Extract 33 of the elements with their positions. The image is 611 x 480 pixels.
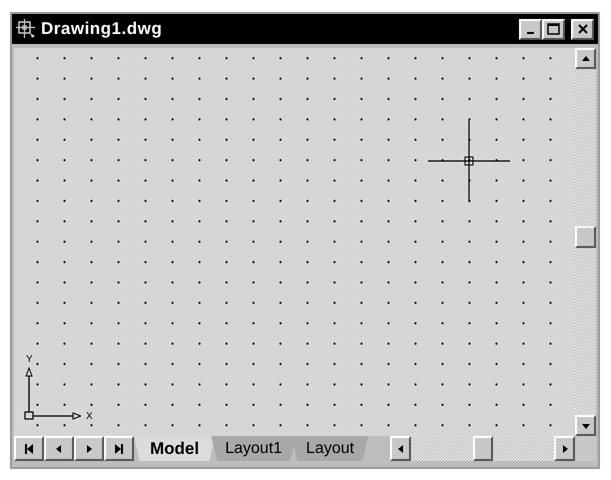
minimize-icon: [527, 32, 534, 34]
scroll-down-button[interactable]: [575, 415, 596, 436]
right-arrow-icon: [84, 444, 94, 454]
window-title: Drawing1.dwg: [41, 18, 162, 40]
previous-tab-button[interactable]: [44, 436, 74, 461]
ucs-x-label: X: [86, 412, 93, 422]
layout-tab[interactable]: Model: [134, 436, 216, 461]
close-icon: [576, 23, 588, 35]
first-tab-button[interactable]: [14, 436, 44, 461]
drawing-canvas[interactable]: Y X: [14, 48, 575, 436]
scroll-up-button[interactable]: [575, 48, 596, 69]
left-arrow-icon: [396, 444, 406, 454]
next-tab-button[interactable]: [74, 436, 104, 461]
drawing-file-icon: [16, 19, 36, 39]
minimize-button[interactable]: [519, 18, 542, 40]
scroll-left-button[interactable]: [390, 436, 411, 461]
ucs-y-label: Y: [26, 355, 33, 365]
first-icon: [24, 442, 34, 454]
scrollbar-corner: [575, 436, 596, 461]
last-tab-button[interactable]: [104, 436, 134, 461]
layout-tab[interactable]: Layout1: [211, 436, 296, 461]
left-arrow-icon: [54, 444, 64, 454]
layout-tab[interactable]: Layout: [292, 436, 368, 461]
vertical-scrollbar[interactable]: [575, 48, 596, 436]
horizontal-scroll-thumb[interactable]: [473, 436, 493, 461]
up-arrow-icon: [580, 54, 590, 64]
close-button[interactable]: [571, 18, 594, 40]
scroll-right-button[interactable]: [554, 436, 575, 461]
scroll-thumb[interactable]: [575, 226, 596, 248]
horizontal-scrollbar[interactable]: [390, 436, 575, 461]
maximize-button[interactable]: [542, 18, 565, 40]
last-icon: [114, 442, 124, 454]
maximize-icon: [547, 23, 560, 35]
